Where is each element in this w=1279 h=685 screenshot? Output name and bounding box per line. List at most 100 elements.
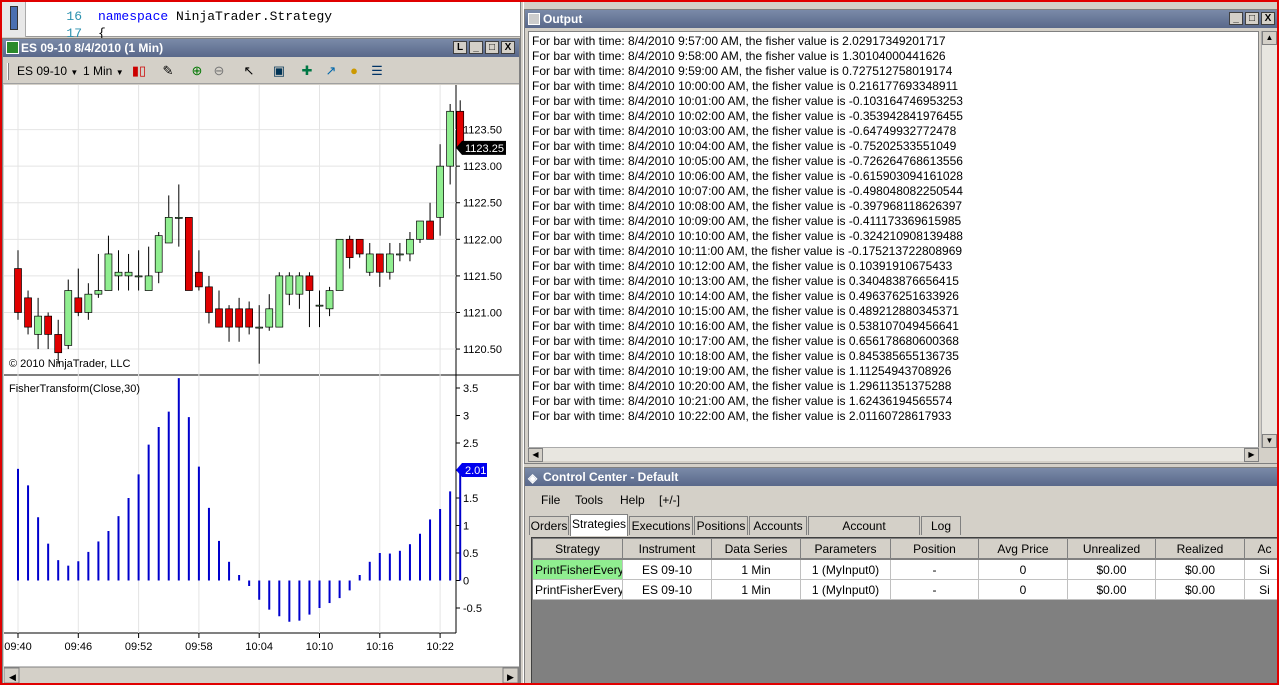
link-button[interactable]: L [453,41,467,54]
table-cell: 1 (MyInput0) [801,560,891,580]
output-window[interactable]: Output _ □ X For bar with time: 8/4/2010… [524,9,1277,464]
chart-titlebar[interactable]: ES 09-10 8/4/2010 (1 Min) L _ □ X [3,39,519,57]
candle-body [225,308,233,328]
output-line: For bar with time: 8/4/2010 10:22:00 AM,… [532,409,952,423]
zoom-in-icon[interactable]: ⊕ [189,63,205,79]
chart-title: ES 09-10 8/4/2010 (1 Min) [21,41,164,55]
candle-body [124,271,133,277]
chart-window[interactable]: ES 09-10 8/4/2010 (1 Min) L _ □ X ES 09-… [2,38,520,683]
fisher-tick-label: 0 [463,576,469,588]
interval-selector[interactable]: 1 Min ▼ [83,62,124,80]
maximize-button[interactable]: □ [1245,12,1259,25]
column-header[interactable]: Avg Price [979,539,1068,559]
scroll-left-icon: ◀ [9,672,16,682]
data-box-icon[interactable]: ▣ [271,63,287,79]
output-line: For bar with time: 8/4/2010 10:21:00 AM,… [532,394,953,408]
output-titlebar[interactable]: Output _ □ X [525,10,1277,28]
scroll-right-icon[interactable]: ▶ [1244,448,1259,462]
table-cell: - [891,580,979,600]
instrument-selector[interactable]: ES 09-10 ▼ [17,62,78,80]
indicators-icon[interactable]: ✚ [299,63,315,79]
instrument-label: ES 09-10 [17,64,68,78]
column-header[interactable]: Parameters [801,539,891,559]
properties-icon[interactable]: ☰ [369,63,385,79]
time-tick-label: 10:16 [366,641,394,653]
fisher-tick-label: -0.5 [463,603,482,615]
control-center-window[interactable]: ◈ Control Center - Default File Tools He… [524,467,1277,683]
column-header[interactable]: Ac [1245,539,1277,559]
column-header[interactable]: Data Series [712,539,801,559]
table-cell[interactable]: PrintFisherEvery [533,580,623,600]
chart-scrollbar [3,666,520,683]
menu-tools[interactable]: Tools [575,490,603,510]
menu-expand[interactable]: [+/-] [659,490,680,510]
tab-positions[interactable]: Positions [694,516,748,535]
dropdown-arrow-icon: ▼ [115,68,124,77]
scroll-left-icon[interactable]: ◀ [528,448,543,462]
chart-toolbar: ES 09-10 ▼ 1 Min ▼ ▮▯ ✎ ⊕ ⊖ ↖ ▣ ✚ ↗ ● ☰ [3,58,519,84]
fisher-tick-label: 3 [463,411,469,423]
candle-body [114,271,123,277]
column-header[interactable]: Position [891,539,979,559]
tab-orders[interactable]: Orders [529,516,569,535]
candle-body [144,275,153,291]
output-line: For bar with time: 8/4/2010 10:02:00 AM,… [532,109,963,123]
code-line[interactable]: namespace NinjaTrader.Strategy [98,9,332,24]
candle-body [345,238,354,258]
strategies-icon[interactable]: ↗ [323,63,339,79]
candle-body [295,275,304,295]
table-cell: Si [1245,560,1277,580]
tab-executions[interactable]: Executions [629,516,693,535]
drawing-tool-icon[interactable]: ✎ [160,63,176,79]
candle-body [386,253,394,273]
candle-body [375,253,384,273]
candle-body [24,297,32,328]
column-header[interactable]: Instrument [623,539,712,559]
scroll-up-icon[interactable]: ▲ [1262,31,1277,45]
time-tick-label: 10:22 [426,641,454,653]
table-cell: 1 (MyInput0) [801,580,891,600]
maximize-button[interactable]: □ [485,41,499,54]
chart-style-icon[interactable]: ▮▯ [131,63,147,79]
output-line: For bar with time: 8/4/2010 10:18:00 AM,… [532,349,959,363]
tab-strategies[interactable]: Strategies [570,514,628,536]
strategies-grid[interactable]: Strategy PrintFisherEvery PrintFisherEvery… [531,537,1277,683]
coin-icon[interactable]: ● [346,63,362,79]
control-center-title: Control Center - Default [543,470,679,484]
candle-body [365,253,374,273]
tab-accounts[interactable]: Accounts [749,516,807,535]
candle-body [396,253,404,256]
candle-body [215,308,223,328]
zoom-out-icon[interactable]: ⊖ [211,63,227,79]
close-button[interactable]: X [501,41,515,54]
table-cell: 0 [979,580,1068,600]
candle-body [205,286,213,313]
output-vertical-scrollbar[interactable]: ▲ ▼ [1261,31,1277,448]
code-keyword: namespace [98,9,169,24]
candle-body [84,293,93,313]
chart-plot-area[interactable]: 1123.50 1123.00 1122.50 1122.00 1121.50 1121.… [3,85,520,683]
minimize-button[interactable]: _ [1229,12,1243,25]
close-button[interactable]: X [1261,12,1275,25]
pointer-icon[interactable]: ↖ [241,63,257,79]
tab-account-performance[interactable]: Account Performance [808,516,920,551]
table-cell[interactable]: PrintFisherEvery [533,560,623,580]
output-horizontal-scrollbar[interactable]: ◀ ▶ [528,447,1259,462]
menu-help[interactable]: Help [620,490,645,510]
code-editor[interactable]: 16 namespace NinjaTrader.Strategy 17 { [2,2,520,41]
column-header[interactable]: Realized [1156,539,1245,559]
table-cell: $0.00 [1156,580,1245,600]
minimize-button[interactable]: _ [469,41,483,54]
scroll-down-icon[interactable]: ▼ [1262,434,1277,448]
candle-body [406,238,414,255]
output-text-area[interactable]: For bar with time: 8/4/2010 9:57:00 AM, … [528,31,1259,448]
column-header[interactable]: Unrealized [1068,539,1156,559]
candle-body [315,304,324,307]
price-tick-label: 1123.00 [463,161,502,173]
column-header[interactable]: Strategy [533,539,623,559]
tab-log[interactable]: Log [921,516,961,535]
menu-file[interactable]: File [541,490,560,510]
output-line: For bar with time: 8/4/2010 10:03:00 AM,… [532,124,957,138]
control-center-titlebar[interactable]: ◈ Control Center - Default [525,468,1277,486]
copyright-text: © 2010 NinjaTrader, LLC [9,358,131,370]
